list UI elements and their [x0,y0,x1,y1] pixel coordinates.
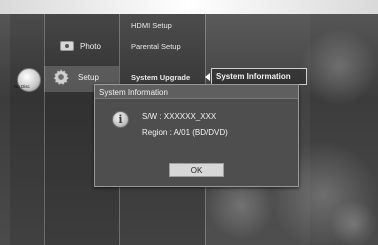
menu-item-photo[interactable]: Photo [80,42,101,51]
system-information-label: System Information [216,72,291,81]
ok-button[interactable]: OK [169,163,224,177]
software-version-text: S/W : XXXXXX_XXX [142,112,217,121]
ok-button-label: OK [190,166,203,175]
photo-icon [60,41,74,51]
arrow-left-icon [205,73,210,81]
disc-column [10,14,44,245]
bokeh-light [300,28,378,106]
gear-icon [53,68,70,86]
submenu-item-hdmi-setup[interactable]: HDMI Setup [131,21,172,30]
bokeh-light [330,200,378,245]
disc-status-label: No Disc [14,84,30,89]
submenu-item-system-upgrade[interactable]: System Upgrade [131,73,190,82]
menu-item-setup[interactable]: Setup [78,73,99,82]
system-information-dialog: System Information i S/W : XXXXXX_XXX Re… [94,84,299,187]
top-light-band [0,0,378,14]
info-icon: i [112,111,129,128]
dialog-title: System Information [99,88,168,97]
region-code-text: Region : A/01 (BD/DVD) [142,128,228,137]
tv-menu-screen: No Disc Photo Setup HDMI Setup Parental … [0,0,378,245]
submenu-item-parental-setup[interactable]: Parental Setup [131,42,181,51]
